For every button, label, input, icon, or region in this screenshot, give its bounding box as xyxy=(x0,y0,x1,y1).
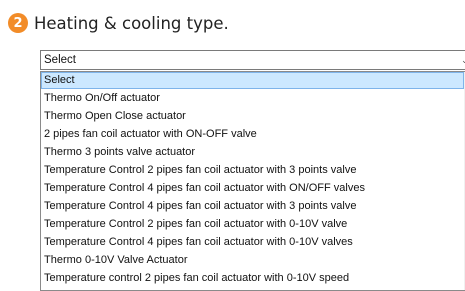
dropdown-option[interactable]: Thermo On/Off actuator xyxy=(41,90,464,107)
dropdown-option[interactable]: Temperature Control 4 pipes fan coil act… xyxy=(41,234,464,251)
dropdown-option-select[interactable]: Select xyxy=(41,72,464,89)
dropdown-option[interactable]: Temperature control 2 pipes fan coil act… xyxy=(41,270,464,287)
dropdown-option[interactable]: Temperature Control 4 pipes fan coil act… xyxy=(41,180,464,197)
chevron-down-icon[interactable]: ⌄ xyxy=(461,54,465,66)
select-current-value: Select xyxy=(44,54,76,66)
dropdown-option[interactable]: Thermo 0-10V Valve Actuator xyxy=(41,252,464,269)
heating-cooling-type-select[interactable]: Select ⌄ xyxy=(40,50,465,70)
dropdown-option[interactable]: Temperature Control 2 pipes fan coil act… xyxy=(41,216,464,233)
dropdown-option[interactable]: Temperature Control 4 pipes fan coil act… xyxy=(41,198,464,215)
dropdown-list[interactable]: Select Thermo On/Off actuator Thermo Ope… xyxy=(40,71,465,291)
step-number-badge: 2 xyxy=(8,13,28,33)
step-title: Heating & cooling type. xyxy=(34,13,229,33)
dropdown-option[interactable]: Thermo 3 points valve actuator xyxy=(41,144,464,161)
dropdown-option[interactable]: 2 pipes fan coil actuator with ON-OFF va… xyxy=(41,126,464,143)
step-header: 2 Heating & cooling type. xyxy=(8,10,229,36)
dropdown-option[interactable]: Thermo Open Close actuator xyxy=(41,108,464,125)
dropdown-option[interactable]: Temperature Control 2 pipes fan coil act… xyxy=(41,162,464,179)
